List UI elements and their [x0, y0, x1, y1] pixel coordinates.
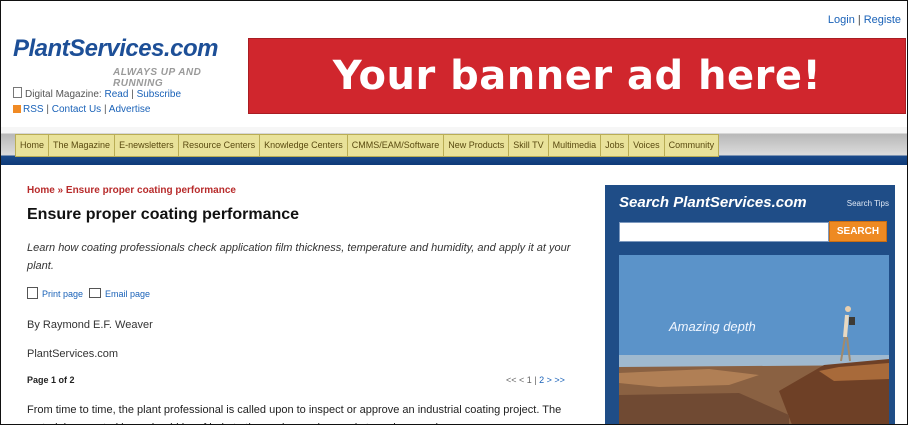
- article-intro: Learn how coating professionals check ap…: [27, 242, 571, 272]
- account-links: Login | Registe: [827, 14, 901, 26]
- article-title: Ensure proper coating performance: [27, 206, 300, 223]
- search-button[interactable]: SEARCH: [829, 221, 887, 242]
- canyon-illustration: [619, 255, 889, 424]
- register-link[interactable]: Registe: [864, 14, 901, 26]
- print-icon[interactable]: [27, 287, 38, 299]
- nav-cmms-eam-software[interactable]: CMMS/EAM/Software: [346, 134, 444, 157]
- sidebar-ad-image[interactable]: Amazing depth: [619, 255, 889, 424]
- nav-voices[interactable]: Voices: [628, 134, 664, 157]
- login-link[interactable]: Login: [828, 14, 855, 26]
- main-nav: Home The Magazine E-newsletters Resource…: [15, 134, 720, 157]
- email-icon[interactable]: [89, 288, 102, 298]
- nav-new-products[interactable]: New Products: [443, 134, 509, 157]
- logo-tagline: ALWAYS UP AND RUNNING: [113, 67, 202, 89]
- pager-next[interactable]: > >>: [547, 375, 565, 385]
- nav-knowledge-centers[interactable]: Knowledge Centers: [259, 134, 347, 157]
- nav-skill-tv[interactable]: Skill TV: [508, 134, 548, 157]
- article-tools: Print page Email page: [27, 287, 150, 299]
- magazine-icon: [13, 87, 22, 98]
- pager-prev[interactable]: << < 1 |: [506, 375, 537, 385]
- logo-name[interactable]: PlantServices.com: [13, 35, 218, 62]
- digital-magazine-line: Digital Magazine: Read | Subscribe: [13, 87, 181, 100]
- contact-link[interactable]: Contact Us: [52, 104, 101, 115]
- email-link[interactable]: Email page: [105, 289, 150, 299]
- search-title: Search PlantServices.com: [619, 194, 807, 211]
- search-input[interactable]: [619, 222, 829, 242]
- rss-link[interactable]: RSS: [23, 104, 44, 115]
- digital-magazine-label: Digital Magazine:: [25, 89, 102, 100]
- print-link[interactable]: Print page: [42, 289, 83, 299]
- subscribe-link[interactable]: Subscribe: [137, 89, 181, 100]
- nav-the-magazine[interactable]: The Magazine: [48, 134, 115, 157]
- article-author: By Raymond E.F. Weaver: [27, 319, 153, 331]
- advertise-link[interactable]: Advertise: [109, 104, 151, 115]
- pager-page-2[interactable]: 2: [539, 375, 544, 385]
- page-frame: Login | Registe PlantServices.com ALWAYS U…: [0, 0, 908, 425]
- rss-icon: [13, 105, 21, 113]
- nav-jobs[interactable]: Jobs: [600, 134, 629, 157]
- site-logo[interactable]: PlantServices.com ALWAYS UP AND RUNNING: [13, 35, 218, 89]
- nav-home[interactable]: Home: [15, 134, 49, 157]
- nav-community[interactable]: Community: [663, 134, 720, 157]
- read-link[interactable]: Read: [105, 89, 129, 100]
- nav-e-newsletters[interactable]: E-newsletters: [114, 134, 178, 157]
- page-indicator: Page 1 of 2: [27, 375, 75, 385]
- ad-caption: Amazing depth: [669, 319, 756, 334]
- nav-resource-centers[interactable]: Resource Centers: [177, 134, 260, 157]
- banner-ad[interactable]: Your banner ad here!: [248, 38, 906, 114]
- site-links-line: RSS | Contact Us | Advertise: [13, 104, 150, 115]
- search-sidebar: Search PlantServices.com Search Tips SEA…: [605, 185, 895, 424]
- pagination: << < 1 | 2 > >>: [506, 375, 565, 385]
- search-tips-link[interactable]: Search Tips: [847, 199, 889, 208]
- article-body: From time to time, the plant professiona…: [27, 404, 562, 424]
- nav-multimedia[interactable]: Multimedia: [547, 134, 601, 157]
- article-source: PlantServices.com: [27, 348, 119, 360]
- banner-ad-text: Your banner ad here!: [332, 53, 822, 99]
- breadcrumb[interactable]: Home » Ensure proper coating performance: [27, 185, 236, 196]
